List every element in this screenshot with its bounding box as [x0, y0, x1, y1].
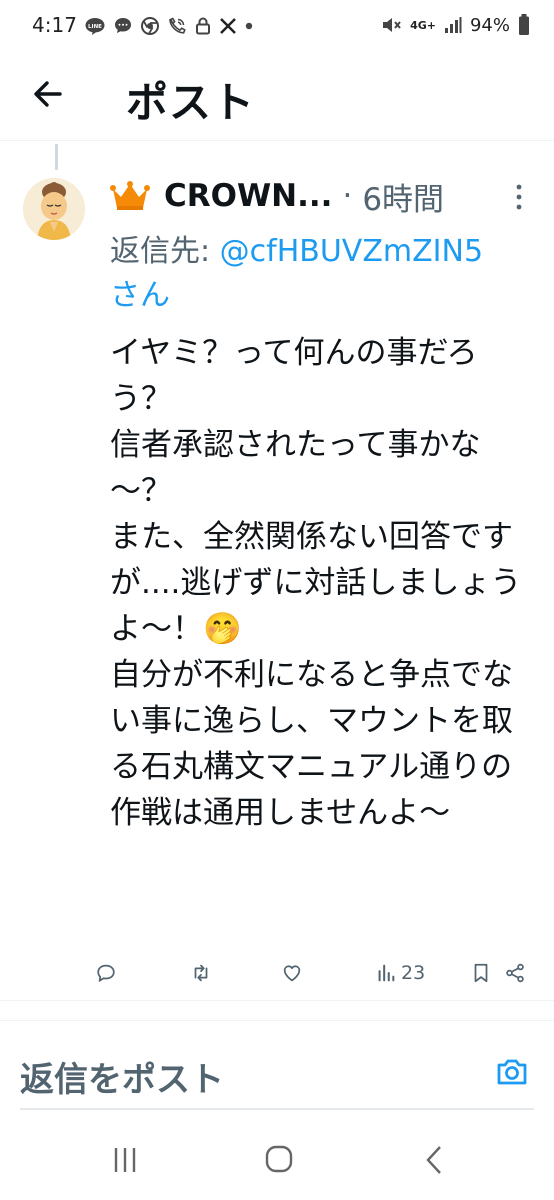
composer-underline: [20, 1108, 534, 1110]
status-bar: 4:17 LINE 4G+ 94%: [0, 0, 554, 52]
battery-percent: 94%: [469, 14, 510, 36]
back-arrow-icon[interactable]: [30, 76, 66, 112]
chrome-icon: [141, 17, 159, 35]
chat-bubble-icon: [115, 18, 131, 33]
back-icon[interactable]: [415, 1142, 455, 1178]
tweet-time[interactable]: 6時間: [362, 174, 444, 219]
system-navigation-bar: [0, 1120, 554, 1200]
wifi-call-icon: [169, 17, 186, 34]
page-title: ポスト: [126, 78, 256, 127]
repost-button[interactable]: [190, 954, 212, 992]
home-icon[interactable]: [259, 1142, 299, 1178]
line-icon: LINE: [85, 18, 105, 35]
reply-button[interactable]: [95, 954, 117, 992]
camera-icon[interactable]: [494, 1054, 530, 1090]
more-options-icon[interactable]: [512, 181, 526, 213]
bookmark-button[interactable]: [470, 954, 492, 992]
like-icon: [283, 965, 301, 982]
status-time: 4:17: [32, 13, 77, 37]
views-count: 23: [401, 962, 426, 984]
x-logo-icon: [220, 18, 236, 34]
reply-to-suffix: さん: [110, 278, 170, 313]
bookmark-icon: [474, 963, 488, 983]
reply-composer: 返信をポスト: [0, 1040, 554, 1106]
status-notification-icons: LINE: [84, 14, 254, 38]
timestamp-separator: ·: [342, 178, 353, 214]
status-system-icons: 4G+ 94%: [380, 13, 530, 37]
lock-icon: [196, 17, 210, 35]
top-app-bar: ポスト: [0, 52, 554, 141]
thread-connector-line: [55, 144, 58, 170]
display-name[interactable]: CROWN...: [164, 178, 332, 214]
battery-icon: [519, 14, 529, 35]
reply-to-label: 返信先:: [110, 234, 211, 269]
like-button[interactable]: [281, 954, 303, 992]
network-type: 4G+: [410, 18, 436, 32]
reply-to-line: 返信先: @cfHBUVZmZIN5 さん: [110, 230, 554, 318]
reply-to-handle[interactable]: @cfHBUVZmZIN5: [220, 234, 483, 269]
divider: [0, 1000, 554, 1001]
avatar[interactable]: [23, 178, 85, 240]
divider: [0, 1020, 554, 1021]
repost-icon: [194, 964, 208, 982]
crown-emoji-icon: [110, 181, 150, 210]
svg-text:LINE: LINE: [88, 24, 102, 30]
mute-icon: [383, 18, 401, 32]
recent-apps-icon[interactable]: [105, 1142, 145, 1178]
share-button[interactable]: [504, 954, 526, 992]
reply-icon: [97, 964, 115, 982]
views-icon: [378, 964, 395, 982]
dot-icon: [245, 22, 253, 30]
views-button[interactable]: 23: [375, 954, 425, 992]
tweet-action-bar: 23: [0, 954, 554, 992]
share-icon: [506, 963, 524, 983]
reply-input[interactable]: 返信をポスト: [20, 1052, 224, 1101]
tweet-header: CROWN... · 6時間: [110, 174, 444, 219]
signal-icon: [444, 17, 462, 33]
tweet-body: イヤミ？って何んの事だろう？ 信者承認されたって事かな～？ また、全然関係ない回…: [110, 335, 522, 831]
